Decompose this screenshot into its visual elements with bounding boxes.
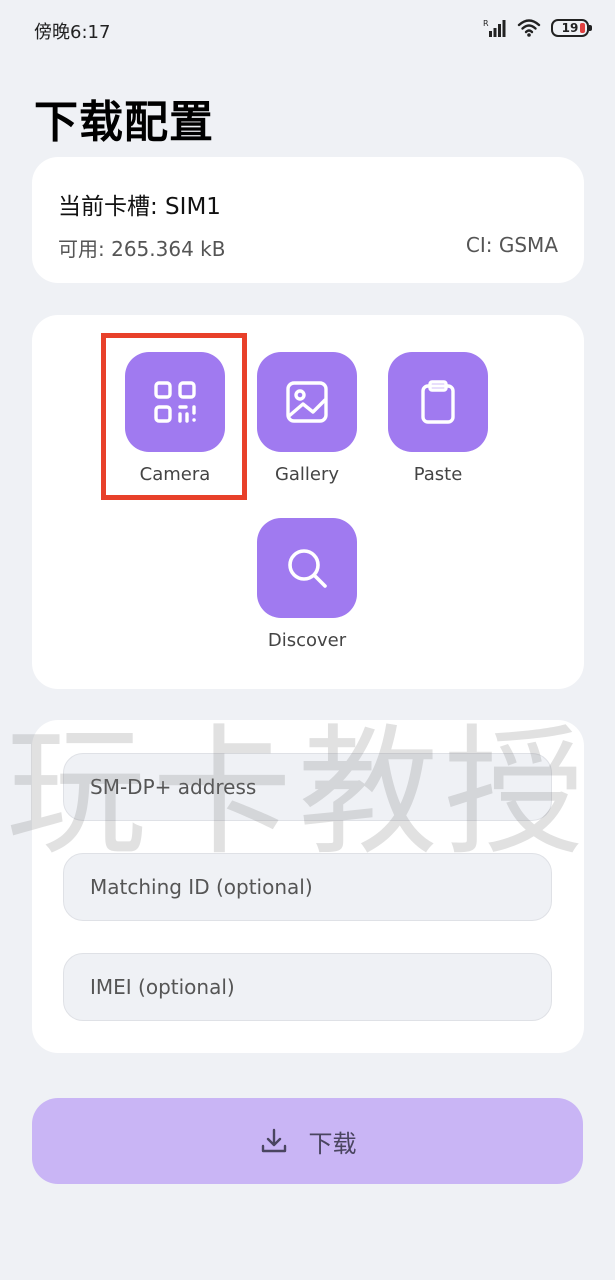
import-actions-card: Camera Gallery Paste Discover — [32, 315, 584, 689]
qr-code-icon — [154, 381, 196, 423]
status-time: 傍晚6:17 — [34, 22, 111, 43]
download-icon — [261, 1128, 286, 1153]
smdp-address-input[interactable] — [63, 753, 552, 821]
signal-icon: R — [483, 19, 506, 37]
wifi-icon — [517, 19, 541, 37]
paste-label: Paste — [413, 464, 463, 485]
svg-text:R: R — [483, 19, 489, 28]
search-icon — [288, 549, 327, 588]
battery-icon: 19 — [551, 19, 592, 37]
sim-slot-label: 当前卡槽: SIM1 — [58, 194, 221, 220]
sim-info-card: 当前卡槽: SIM1 可用: 265.364 kB CI: GSMA — [32, 157, 584, 283]
camera-button[interactable]: Camera — [110, 352, 240, 485]
status-bar: 傍晚6:17 R 19 — [0, 0, 615, 58]
download-button[interactable]: 下载 — [32, 1098, 583, 1184]
discover-button[interactable]: Discover — [242, 518, 372, 651]
camera-label: Camera — [139, 464, 211, 485]
status-icons: R 19 — [483, 16, 592, 40]
clipboard-icon — [421, 380, 455, 424]
paste-button[interactable]: Paste — [373, 352, 503, 485]
profile-form-card — [32, 720, 584, 1053]
imei-input[interactable] — [63, 953, 552, 1021]
matching-id-input[interactable] — [63, 853, 552, 921]
page-title: 下载配置 — [34, 97, 214, 148]
sim-ci-label: CI: GSMA — [465, 233, 558, 257]
gallery-button[interactable]: Gallery — [242, 352, 372, 485]
discover-label: Discover — [267, 630, 347, 651]
battery-level: 19 — [561, 21, 579, 35]
sim-available-label: 可用: 265.364 kB — [58, 237, 226, 261]
gallery-label: Gallery — [274, 464, 340, 485]
download-label: 下载 — [308, 1129, 357, 1158]
image-icon — [286, 381, 328, 423]
